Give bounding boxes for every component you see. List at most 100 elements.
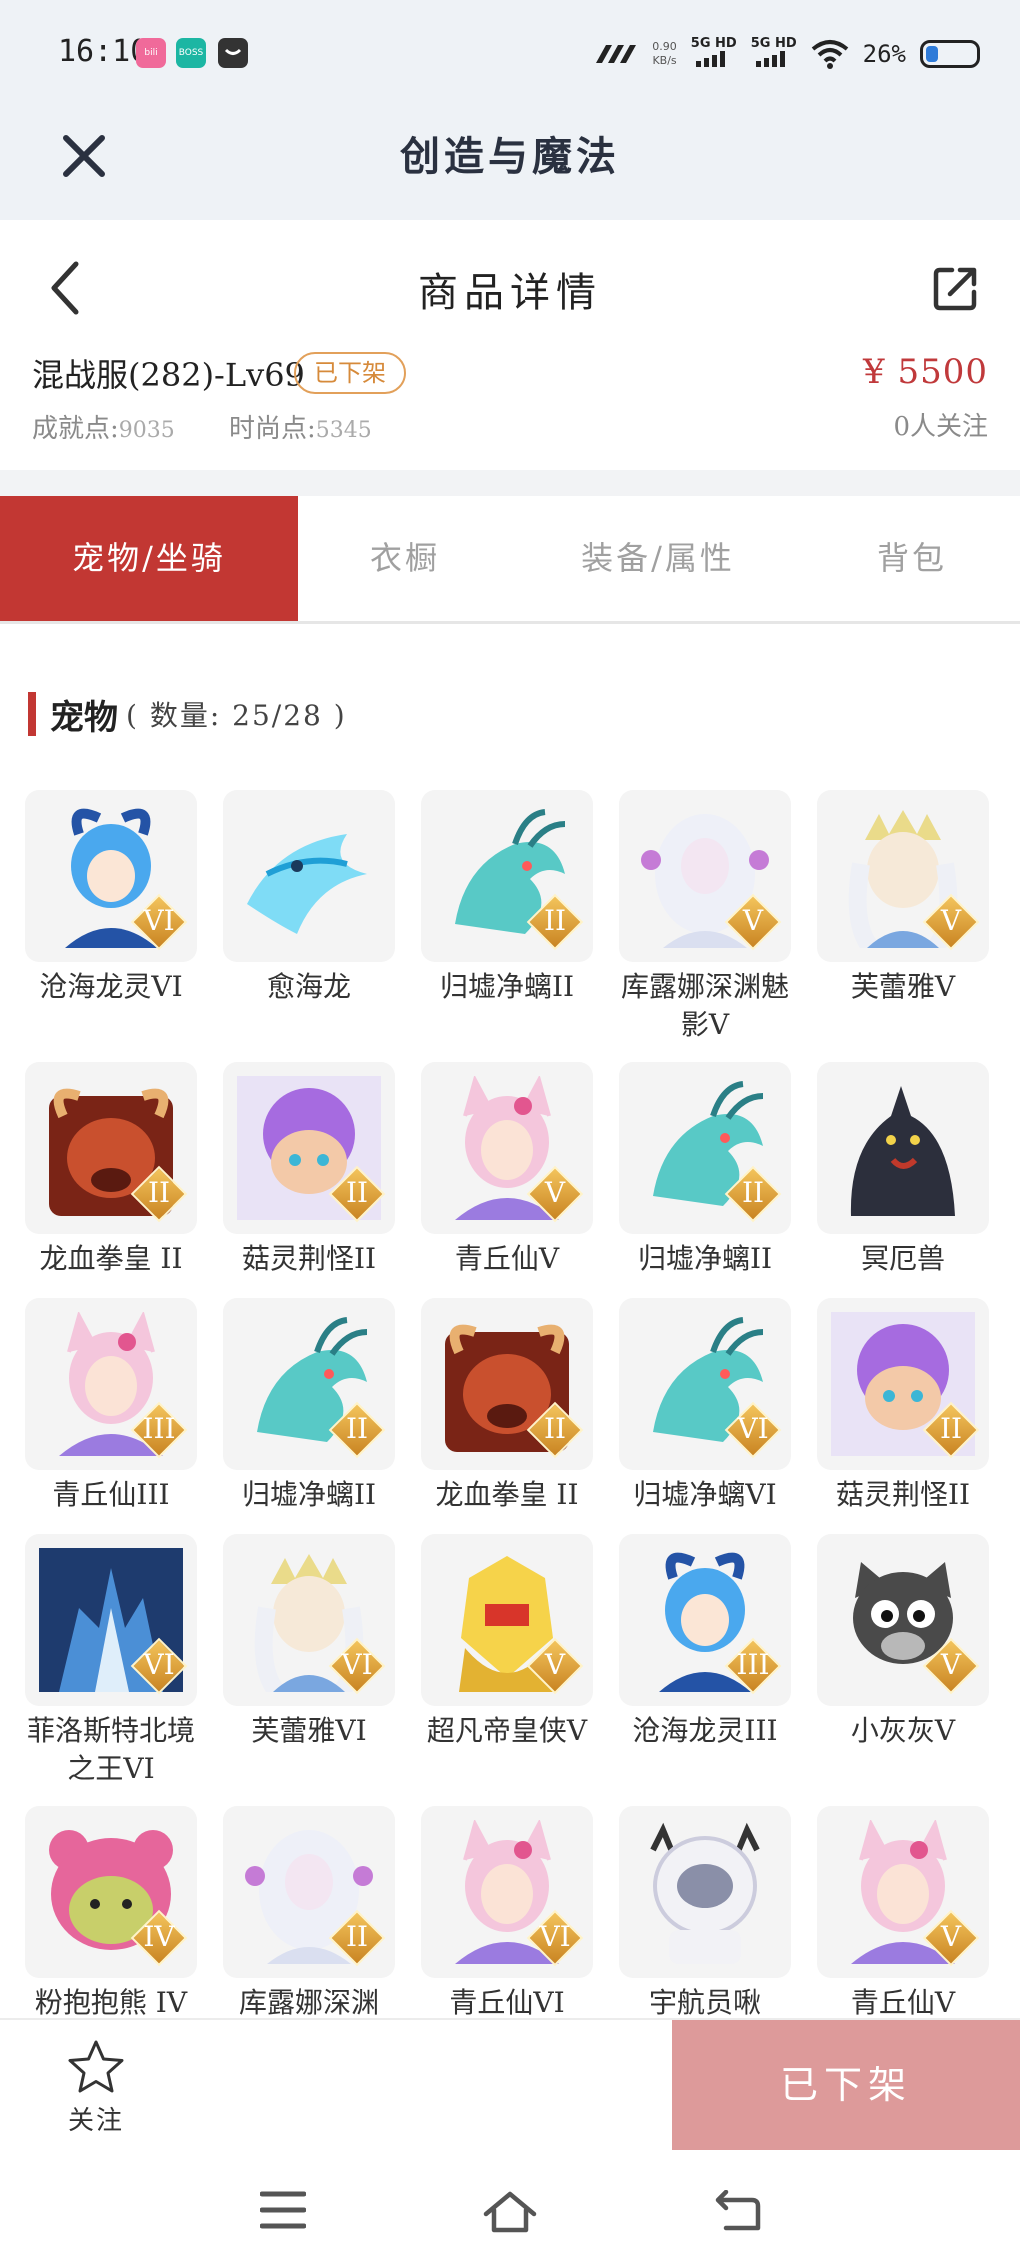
pet-name: 青丘仙III (52, 1478, 170, 1511)
delisted-button[interactable]: 已下架 (672, 2020, 1020, 2150)
follower-count: 0人关注 (893, 412, 988, 442)
pet-image: II (421, 1298, 593, 1470)
pet-image: II (25, 1062, 197, 1234)
share-icon[interactable] (928, 260, 984, 316)
menu-icon[interactable] (260, 2190, 306, 2230)
pet-image: III (619, 1534, 791, 1706)
level-badge-icon: II (526, 1401, 584, 1459)
status-time: 16:10 (58, 34, 149, 69)
pet-card[interactable]: II 菇灵荆怪II (814, 1298, 992, 1514)
status-indicators: 0.90 KB/s 5G HD 5G HD 26% (594, 34, 980, 74)
level-badge-icon: II (328, 1909, 386, 1967)
pet-name: 宇航员啾 (648, 1986, 761, 2019)
level-badge-icon: III (130, 1401, 188, 1459)
level-badge-icon: V (922, 1637, 980, 1695)
pet-name: 超凡帝皇侠V (426, 1714, 588, 1747)
pet-card[interactable]: III 沧海龙灵III (616, 1534, 794, 1750)
level-badge-icon: IV (130, 1909, 188, 1967)
pet-image (817, 1062, 989, 1234)
pet-portrait-icon (650, 1822, 760, 1964)
pet-card[interactable]: V 超凡帝皇侠V (418, 1534, 596, 1750)
home-icon[interactable] (482, 2190, 538, 2234)
pet-image: II (223, 1062, 395, 1234)
pet-card[interactable]: 宇航员啾 (616, 1806, 794, 2022)
pet-name: 菇灵荆怪II (835, 1478, 971, 1511)
chat-app-icon (218, 38, 248, 68)
pet-card[interactable]: II 菇灵荆怪II (220, 1062, 398, 1278)
pet-card[interactable]: IV 粉抱抱熊 IV (22, 1806, 200, 2022)
boss-app-icon: BOSS (176, 38, 206, 68)
pet-card[interactable]: V 库露娜深渊魅影V (616, 790, 794, 1044)
pet-card[interactable]: VI 沧海龙灵VI (22, 790, 200, 1006)
pet-name: 归墟净螭II (241, 1478, 377, 1511)
pet-name: 愈海龙 (266, 970, 351, 1003)
pet-card[interactable]: V 小灰灰V (814, 1534, 992, 1750)
pet-portrait-icon (247, 834, 367, 934)
signal-2: 5G HD (751, 37, 797, 71)
pet-image: II (619, 1062, 791, 1234)
pet-card[interactable]: VI 芙蕾雅VI (220, 1534, 398, 1750)
pet-card[interactable]: VI 菲洛斯特北境之王VI (22, 1534, 200, 1788)
system-nav-bar (0, 2150, 1020, 2267)
pet-card[interactable]: V 青丘仙V (418, 1062, 596, 1278)
pet-image: II (421, 790, 593, 962)
level-badge-icon: II (328, 1401, 386, 1459)
tab-pets-mounts[interactable]: 宠物/坐骑 (0, 496, 298, 621)
pet-name: 芙蕾雅V (850, 970, 956, 1003)
pet-name: 芙蕾雅VI (251, 1714, 367, 1747)
pet-image: V (817, 1534, 989, 1706)
back-nav-icon[interactable] (712, 2190, 762, 2234)
pet-name: 青丘仙V (454, 1242, 560, 1275)
level-badge-icon: V (526, 1637, 584, 1695)
level-badge-icon: V (922, 893, 980, 951)
level-badge-icon: VI (130, 893, 188, 951)
level-badge-icon: V (526, 1165, 584, 1223)
level-badge-icon: VI (130, 1637, 188, 1695)
tab-wardrobe[interactable]: 衣橱 (298, 496, 512, 621)
pet-card[interactable]: II 归墟净螭II (616, 1062, 794, 1278)
pet-name: 菲洛斯特北境之王VI (26, 1714, 195, 1785)
pet-name: 龙血拳皇 II (39, 1242, 183, 1275)
pet-image: VI (25, 1534, 197, 1706)
net-speed: 0.90 KB/s (652, 40, 677, 67)
pet-name: 小灰灰V (850, 1714, 956, 1747)
pet-image: II (223, 1298, 395, 1470)
level-badge-icon: VI (328, 1637, 386, 1695)
signal-bars-icon (695, 51, 725, 67)
product-info: 混战服(282)-Lv69 已下架 ¥ 5500 成就点:9035 时尚点:53… (0, 350, 1020, 470)
level-badge-icon: II (526, 893, 584, 951)
pet-card[interactable]: VI 青丘仙VI (418, 1806, 596, 2022)
pet-card[interactable]: VI 归墟净螭VI (616, 1298, 794, 1514)
section-title: 宠物 (50, 697, 118, 738)
pet-card[interactable]: II 归墟净螭II (220, 1298, 398, 1514)
bilibili-app-icon: bili (136, 38, 166, 68)
status-badge: 已下架 (294, 352, 406, 394)
pet-card[interactable]: III 青丘仙III (22, 1298, 200, 1514)
pet-card[interactable]: II 龙血拳皇 II (418, 1298, 596, 1514)
level-badge-icon: III (724, 1637, 782, 1695)
tab-equipment[interactable]: 装备/属性 (512, 496, 804, 621)
tab-backpack[interactable]: 背包 (804, 496, 1020, 621)
pet-name: 沧海龙灵III (632, 1714, 778, 1747)
pet-image: VI (421, 1806, 593, 1978)
fashion-points: 时尚点:5345 (229, 414, 372, 444)
nfc-icon (596, 45, 637, 63)
level-badge-icon: V (922, 1909, 980, 1967)
pet-card[interactable]: II 归墟净螭II (418, 790, 596, 1006)
pet-name: 库露娜深渊 (238, 1986, 379, 2019)
level-badge-icon: II (130, 1165, 188, 1223)
pet-card[interactable]: V 青丘仙V (814, 1806, 992, 2022)
pet-name: 归墟净螭VI (633, 1478, 777, 1511)
follow-button[interactable]: 关注 (56, 2038, 136, 2137)
category-tabs: 宠物/坐骑 衣橱 装备/属性 背包 (0, 496, 1020, 624)
pet-image: VI (25, 790, 197, 962)
product-price: ¥ 5500 (863, 352, 988, 392)
pet-card[interactable]: II 龙血拳皇 II (22, 1062, 200, 1278)
pet-card[interactable]: V 芙蕾雅V (814, 790, 992, 1006)
pet-image: V (421, 1534, 593, 1706)
pet-card[interactable]: 冥厄兽 (814, 1062, 992, 1278)
pet-card[interactable]: II 库露娜深渊 (220, 1806, 398, 2022)
pet-name: 龙血拳皇 II (435, 1478, 579, 1511)
wifi-icon (811, 40, 848, 69)
pet-card[interactable]: 愈海龙 (220, 790, 398, 1006)
